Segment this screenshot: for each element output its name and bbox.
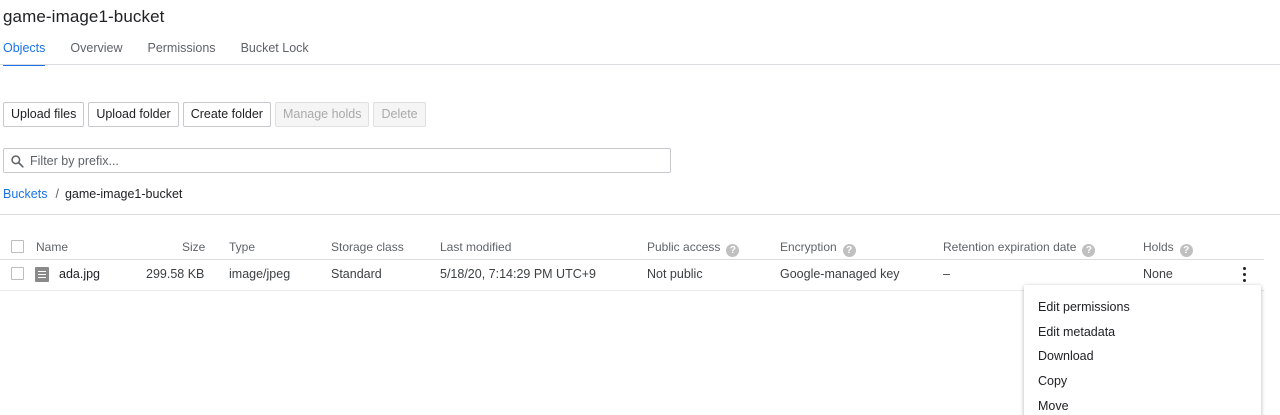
page-title: game-image1-bucket: [3, 7, 165, 26]
tab-objects[interactable]: Objects: [3, 40, 46, 66]
help-icon[interactable]: ?: [842, 244, 856, 257]
tab-bucket-lock[interactable]: Bucket Lock: [241, 40, 309, 66]
tab-permissions[interactable]: Permissions: [147, 40, 215, 66]
column-encryption-label[interactable]: Encryption: [780, 240, 837, 254]
breadcrumb-separator: /: [55, 187, 59, 201]
help-icon[interactable]: ?: [1179, 244, 1193, 257]
help-icon[interactable]: ?: [1082, 244, 1096, 257]
column-last-modified[interactable]: Last modified: [440, 240, 511, 254]
menu-item-edit-metadata[interactable]: Edit metadata: [1024, 321, 1261, 346]
column-storage-class[interactable]: Storage class: [331, 240, 404, 254]
breadcrumb: Buckets / game-image1-bucket: [3, 187, 182, 201]
column-encryption: Encryption?: [780, 240, 856, 257]
upload-folder-button[interactable]: Upload folder: [88, 102, 179, 127]
manage-holds-button[interactable]: Manage holds: [274, 102, 370, 127]
more-vert-icon[interactable]: [1243, 267, 1247, 283]
help-icon[interactable]: ?: [726, 244, 740, 257]
file-size: 299.58 KB: [146, 267, 205, 281]
file-last-modified: 5/18/20, 7:14:29 PM UTC+9: [440, 267, 596, 281]
file-public-access: Not public: [647, 267, 703, 281]
column-retention-label[interactable]: Retention expiration date: [943, 240, 1076, 254]
row-context-menu: Edit permissions Edit metadata Download …: [1024, 285, 1261, 415]
file-holds: None: [1143, 267, 1173, 281]
column-public-access-label[interactable]: Public access: [647, 240, 720, 254]
search-icon: [11, 154, 24, 168]
row-checkbox[interactable]: [11, 267, 24, 280]
delete-button[interactable]: Delete: [373, 102, 426, 127]
filter-box: [3, 148, 671, 173]
file-type: image/jpeg: [229, 267, 291, 281]
menu-item-download[interactable]: Download: [1024, 345, 1261, 370]
file-name-link[interactable]: ada.jpg: [59, 267, 100, 281]
column-type[interactable]: Type: [229, 240, 255, 254]
breadcrumb-buckets-link[interactable]: Buckets: [3, 187, 47, 201]
upload-files-button[interactable]: Upload files: [3, 102, 85, 127]
table-header: Name Size Type Storage class Last modifi…: [0, 233, 1264, 260]
toolbar: Upload files Upload folder Create folder…: [3, 102, 430, 127]
file-retention: –: [943, 267, 950, 281]
breadcrumb-divider: [0, 214, 1280, 215]
column-holds-label[interactable]: Holds: [1143, 240, 1174, 254]
tabs-divider: [0, 64, 1280, 65]
menu-item-edit-permissions[interactable]: Edit permissions: [1024, 296, 1261, 321]
objects-table: Name Size Type Storage class Last modifi…: [0, 233, 1264, 260]
menu-item-copy[interactable]: Copy: [1024, 370, 1261, 395]
column-public-access: Public access?: [647, 240, 740, 257]
file-icon: [35, 267, 49, 282]
tab-bar: Objects Overview Permissions Bucket Lock: [3, 40, 334, 66]
tab-overview[interactable]: Overview: [70, 40, 122, 66]
breadcrumb-current: game-image1-bucket: [64, 187, 183, 201]
column-size[interactable]: Size: [182, 240, 205, 254]
column-holds: Holds?: [1143, 240, 1193, 257]
column-name[interactable]: Name: [36, 240, 68, 254]
filter-input[interactable]: [30, 153, 650, 168]
column-retention: Retention expiration date?: [943, 240, 1096, 257]
menu-item-move[interactable]: Move: [1024, 395, 1261, 415]
file-encryption: Google-managed key: [780, 267, 900, 281]
select-all-checkbox[interactable]: [11, 240, 24, 253]
file-storage-class: Standard: [331, 267, 382, 281]
create-folder-button[interactable]: Create folder: [182, 102, 271, 127]
